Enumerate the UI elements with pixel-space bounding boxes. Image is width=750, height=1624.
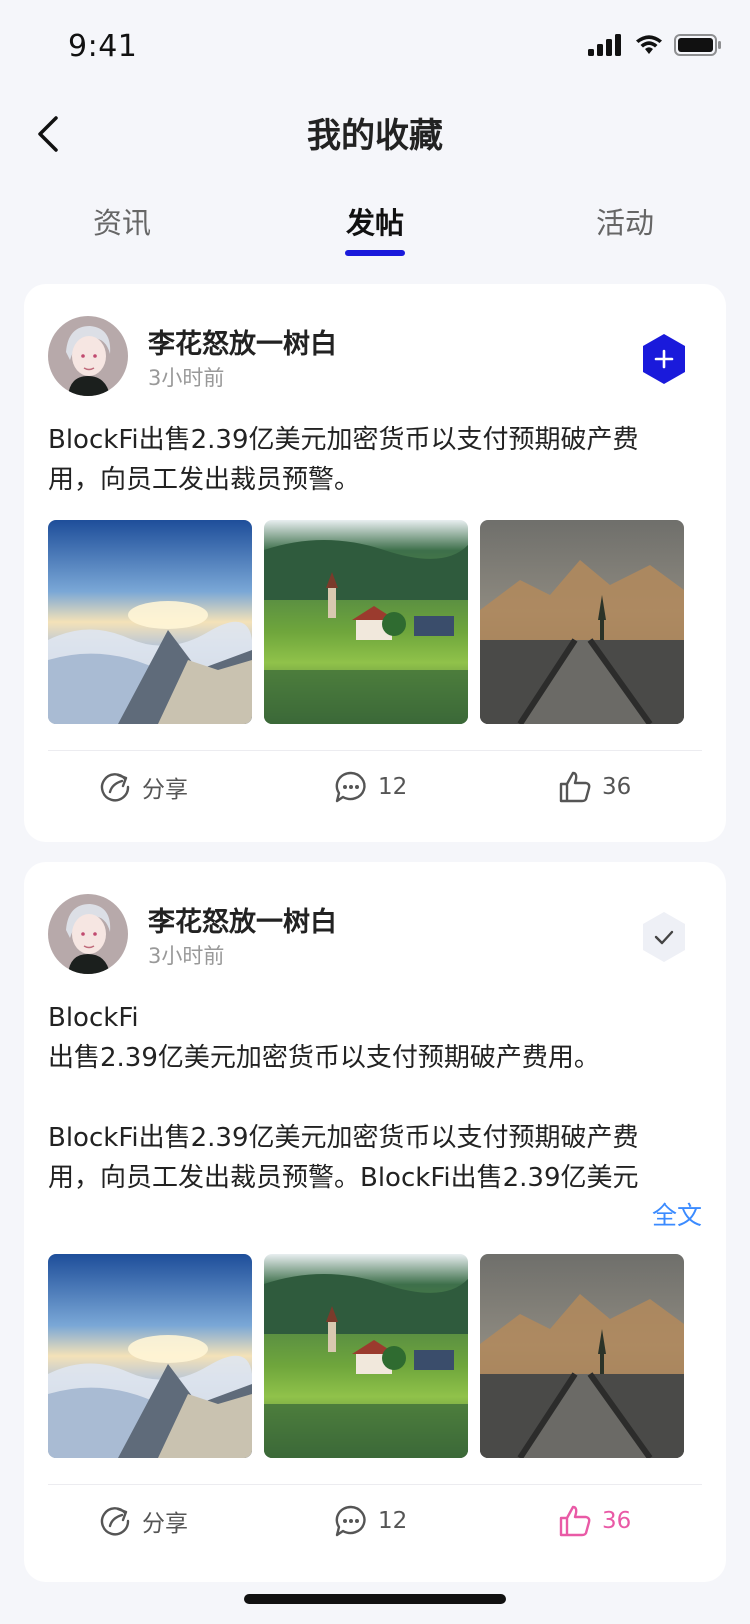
like-count: 36	[602, 774, 632, 800]
like-button[interactable]: 36	[558, 770, 631, 804]
tab-bar: 资讯 发帖 活动	[0, 182, 750, 262]
post-card[interactable]: 李花怒放一树白 3小时前 BlockFi出售2.39亿美元加密货币以支付预期破产…	[24, 284, 726, 842]
post-image[interactable]	[264, 1254, 468, 1458]
avatar[interactable]	[48, 894, 128, 974]
comment-count: 12	[378, 1508, 408, 1534]
status-time: 9:41	[68, 29, 138, 64]
post-time: 3小时前	[148, 944, 225, 968]
nav-header: 我的收藏	[0, 96, 750, 172]
post-image[interactable]	[264, 520, 468, 724]
tab-news[interactable]: 资讯	[52, 200, 192, 242]
author-name[interactable]: 李花怒放一树白	[148, 900, 337, 939]
page-title: 我的收藏	[307, 116, 443, 156]
share-label: 分享	[142, 777, 188, 803]
check-hexagon-icon	[643, 912, 685, 962]
share-label: 分享	[142, 1511, 188, 1537]
post-image[interactable]	[48, 1254, 252, 1458]
post-card[interactable]: 李花怒放一树白 3小时前 BlockFi 出售2.39亿美元加密货币以支付预期破…	[24, 862, 726, 1582]
cellular-signal-icon	[588, 34, 621, 56]
post-time: 3小时前	[148, 366, 225, 390]
share-icon	[100, 1507, 130, 1536]
comment-count: 12	[378, 774, 408, 800]
like-button[interactable]: 36	[558, 1504, 631, 1538]
status-icons	[588, 34, 722, 56]
comment-button[interactable]: 12	[334, 770, 407, 804]
plus-hexagon-icon	[643, 334, 685, 384]
home-indicator[interactable]	[244, 1594, 506, 1604]
share-button[interactable]: 分享	[98, 1504, 188, 1538]
post-image[interactable]	[480, 520, 684, 724]
thumbs-up-icon	[559, 771, 591, 803]
follow-button[interactable]	[640, 332, 688, 386]
post-image[interactable]	[48, 520, 252, 724]
divider	[48, 1484, 702, 1485]
active-tab-indicator	[345, 250, 405, 256]
thumbs-up-icon	[559, 1505, 591, 1537]
share-icon	[100, 773, 130, 802]
wifi-icon	[636, 35, 662, 54]
post-text: BlockFi出售2.39亿美元加密货币以支付预期破产费 用，向员工发出裁员预警…	[48, 425, 639, 495]
divider	[48, 750, 702, 751]
author-name[interactable]: 李花怒放一树白	[148, 322, 337, 361]
followed-button[interactable]	[640, 910, 688, 964]
image-gallery	[48, 1254, 684, 1458]
like-count: 36	[602, 1508, 632, 1534]
avatar[interactable]	[48, 316, 128, 396]
share-button[interactable]: 分享	[98, 770, 188, 804]
comment-icon	[335, 771, 366, 803]
comment-button[interactable]: 12	[334, 1504, 407, 1538]
comment-icon	[335, 1505, 366, 1537]
post-image[interactable]	[480, 1254, 684, 1458]
tab-events[interactable]: 活动	[555, 200, 695, 242]
battery-icon	[674, 34, 721, 56]
image-gallery	[48, 520, 684, 724]
status-bar: 9:41	[0, 0, 750, 96]
read-more-link[interactable]: 全文	[637, 1196, 702, 1232]
post-text: BlockFi 出售2.39亿美元加密货币以支付预期破产费用。 BlockFi出…	[48, 1003, 639, 1193]
tab-posts[interactable]: 发帖	[305, 200, 445, 242]
